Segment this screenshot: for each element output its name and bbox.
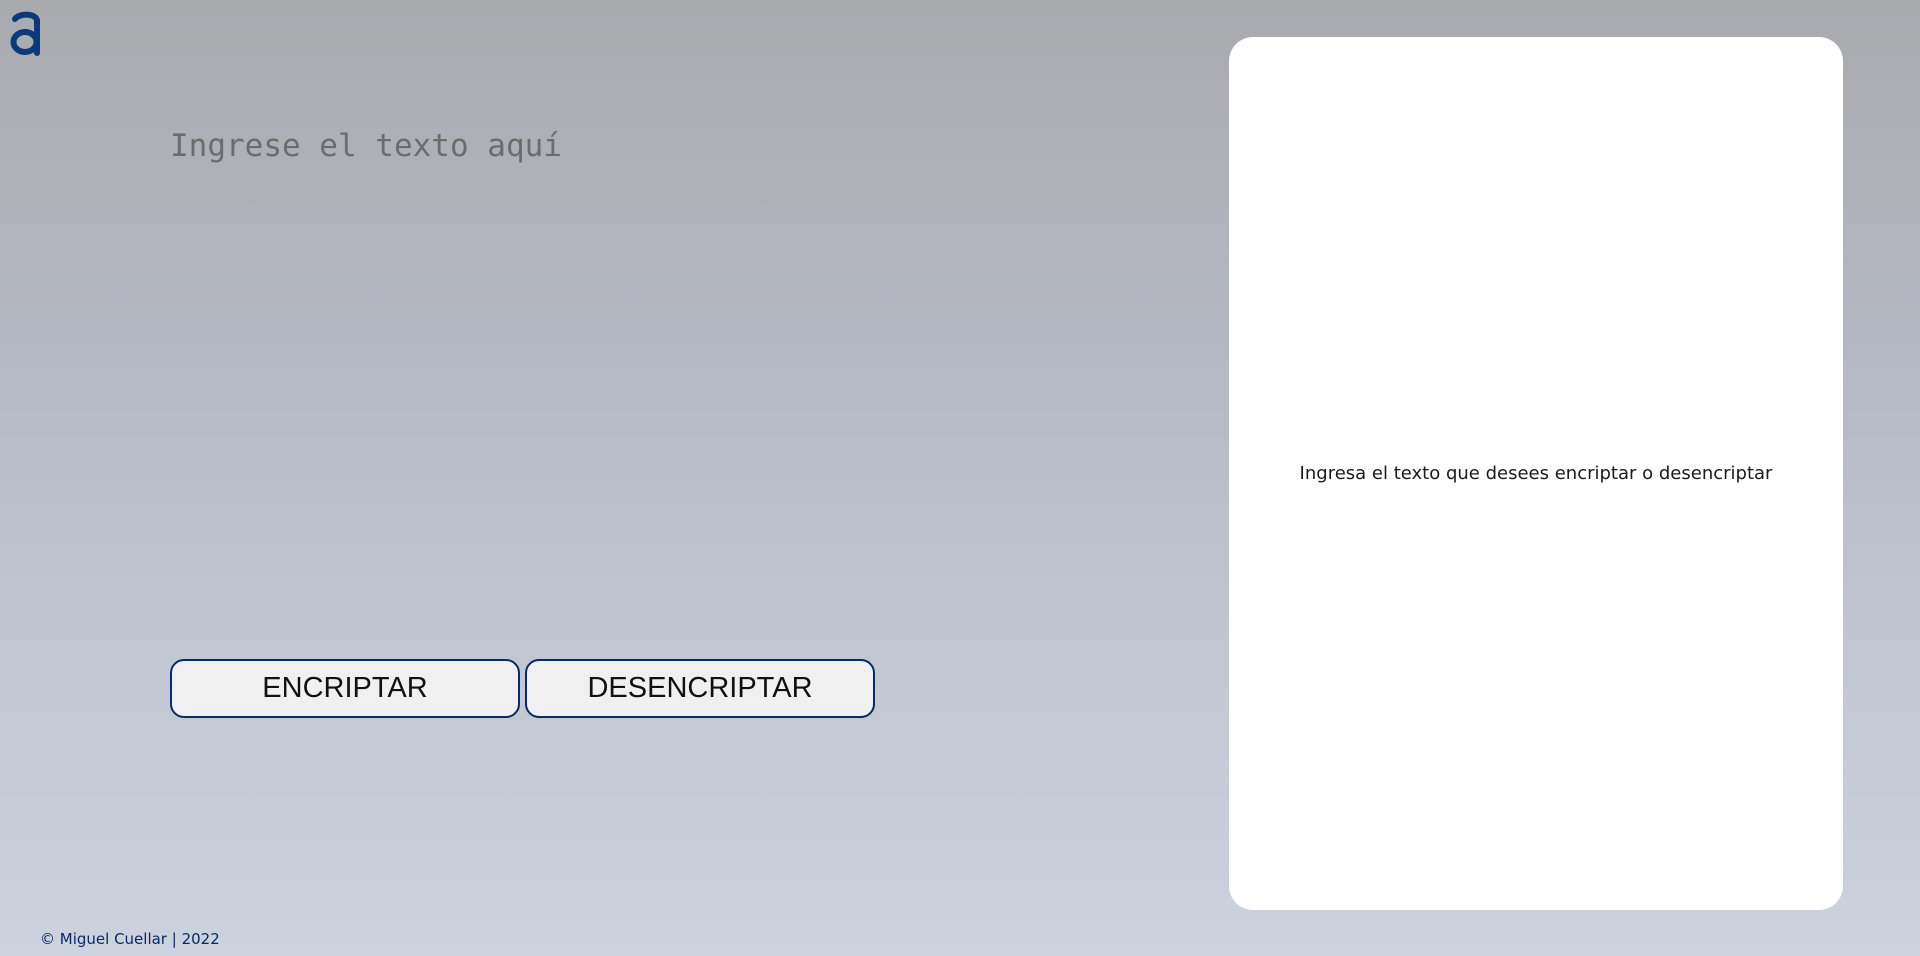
output-message: Ingresa el texto que desees encriptar o … xyxy=(1299,463,1773,484)
logo-icon xyxy=(8,6,44,56)
letter-a-logo-icon xyxy=(10,11,40,56)
decrypt-button[interactable]: DESENCRIPTAR xyxy=(525,659,875,718)
output-panel: Ingresa el texto que desees encriptar o … xyxy=(1229,37,1843,910)
encrypt-button[interactable]: ENCRIPTAR xyxy=(170,659,520,718)
footer-copyright: © Miguel Cuellar | 2022 xyxy=(40,930,220,948)
text-input[interactable] xyxy=(170,128,930,608)
